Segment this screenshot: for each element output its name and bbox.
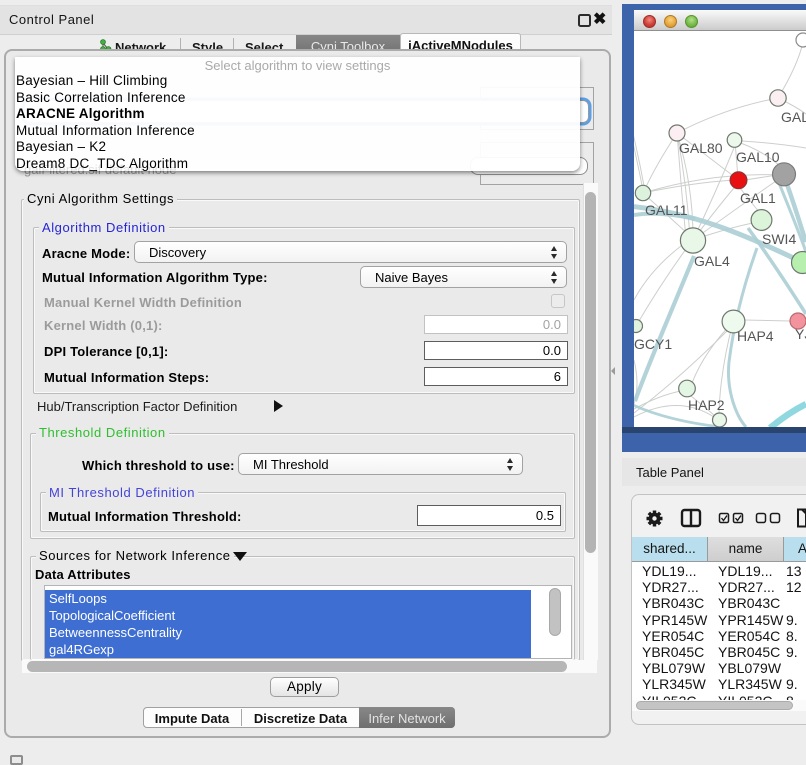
svg-text:GAL11: GAL11 (645, 202, 688, 218)
svg-text:GAL1: GAL1 (740, 190, 776, 206)
svg-text:HAP2: HAP2 (688, 397, 725, 413)
svg-text:YJ: YJ (795, 326, 806, 342)
svg-text:GAL10: GAL10 (736, 149, 780, 165)
svg-text:GAL80: GAL80 (679, 140, 723, 156)
svg-text:GCY1: GCY1 (634, 336, 672, 352)
svg-text:GAL4: GAL4 (694, 253, 730, 269)
svg-text:GAL2: GAL2 (781, 109, 806, 125)
svg-text:SWI4: SWI4 (762, 231, 796, 247)
svg-text:HAP4: HAP4 (737, 328, 774, 344)
